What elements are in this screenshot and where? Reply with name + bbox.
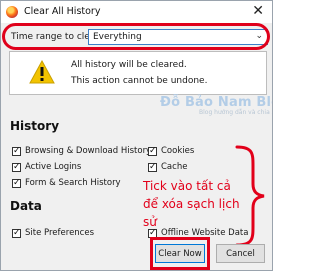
- checkbox-cache[interactable]: ✓ Cache: [148, 161, 187, 173]
- checkbox-box[interactable]: ✓: [12, 228, 21, 238]
- highlight-box: [150, 237, 210, 270]
- annotation-text: Tick vào tất cả để xóa sạch lịch sử: [143, 179, 240, 229]
- firefox-icon: [6, 6, 18, 18]
- window-title: Clear All History: [24, 6, 101, 17]
- watermark: Đỗ Bảo Nam Blog Blog hướng dẫn và chia s…: [160, 95, 272, 116]
- watermark-tagline: Blog hướng dẫn và chia sẻ...: [199, 109, 272, 116]
- title-bar: Clear All History ✕: [1, 1, 272, 23]
- checkbox-label: Cache: [161, 162, 188, 172]
- checkbox-active-logins[interactable]: ✓ Active Logins: [12, 161, 81, 173]
- checkbox-box[interactable]: ✓: [12, 178, 21, 188]
- history-heading: History: [10, 119, 60, 133]
- warning-triangle-icon: [29, 60, 55, 84]
- checkbox-label: Browsing & Download History: [25, 146, 152, 156]
- highlight-oval: [2, 23, 270, 50]
- cancel-button[interactable]: Cancel: [216, 244, 265, 263]
- warning-text-line2: This action cannot be undone.: [71, 76, 208, 86]
- checkbox-box[interactable]: ✓: [148, 162, 157, 172]
- checkbox-form-search-history[interactable]: ✓ Form & Search History: [12, 177, 121, 189]
- checkbox-box[interactable]: ✓: [12, 146, 21, 156]
- warning-box: All history will be cleared. This action…: [9, 51, 267, 95]
- close-icon[interactable]: ✕: [252, 3, 264, 19]
- checkbox-cookies[interactable]: ✓ Cookies: [148, 145, 194, 157]
- curly-brace-icon: [235, 145, 265, 247]
- checkbox-site-preferences[interactable]: ✓ Site Preferences: [12, 227, 94, 239]
- checkbox-label: Cookies: [161, 146, 195, 156]
- checkbox-label: Site Preferences: [25, 228, 95, 238]
- checkbox-label: Form & Search History: [25, 178, 121, 188]
- warning-text-line1: All history will be cleared.: [71, 60, 187, 70]
- watermark-brand: Đỗ Bảo Nam Blog: [160, 95, 272, 110]
- checkbox-label: Active Logins: [25, 162, 82, 172]
- clear-history-dialog: Clear All History ✕ Time range to clear:…: [0, 0, 273, 271]
- checkbox-box[interactable]: ✓: [12, 162, 21, 172]
- data-heading: Data: [10, 199, 42, 213]
- checkbox-box[interactable]: ✓: [148, 146, 157, 156]
- checkbox-browsing-download-history[interactable]: ✓ Browsing & Download History: [12, 145, 151, 157]
